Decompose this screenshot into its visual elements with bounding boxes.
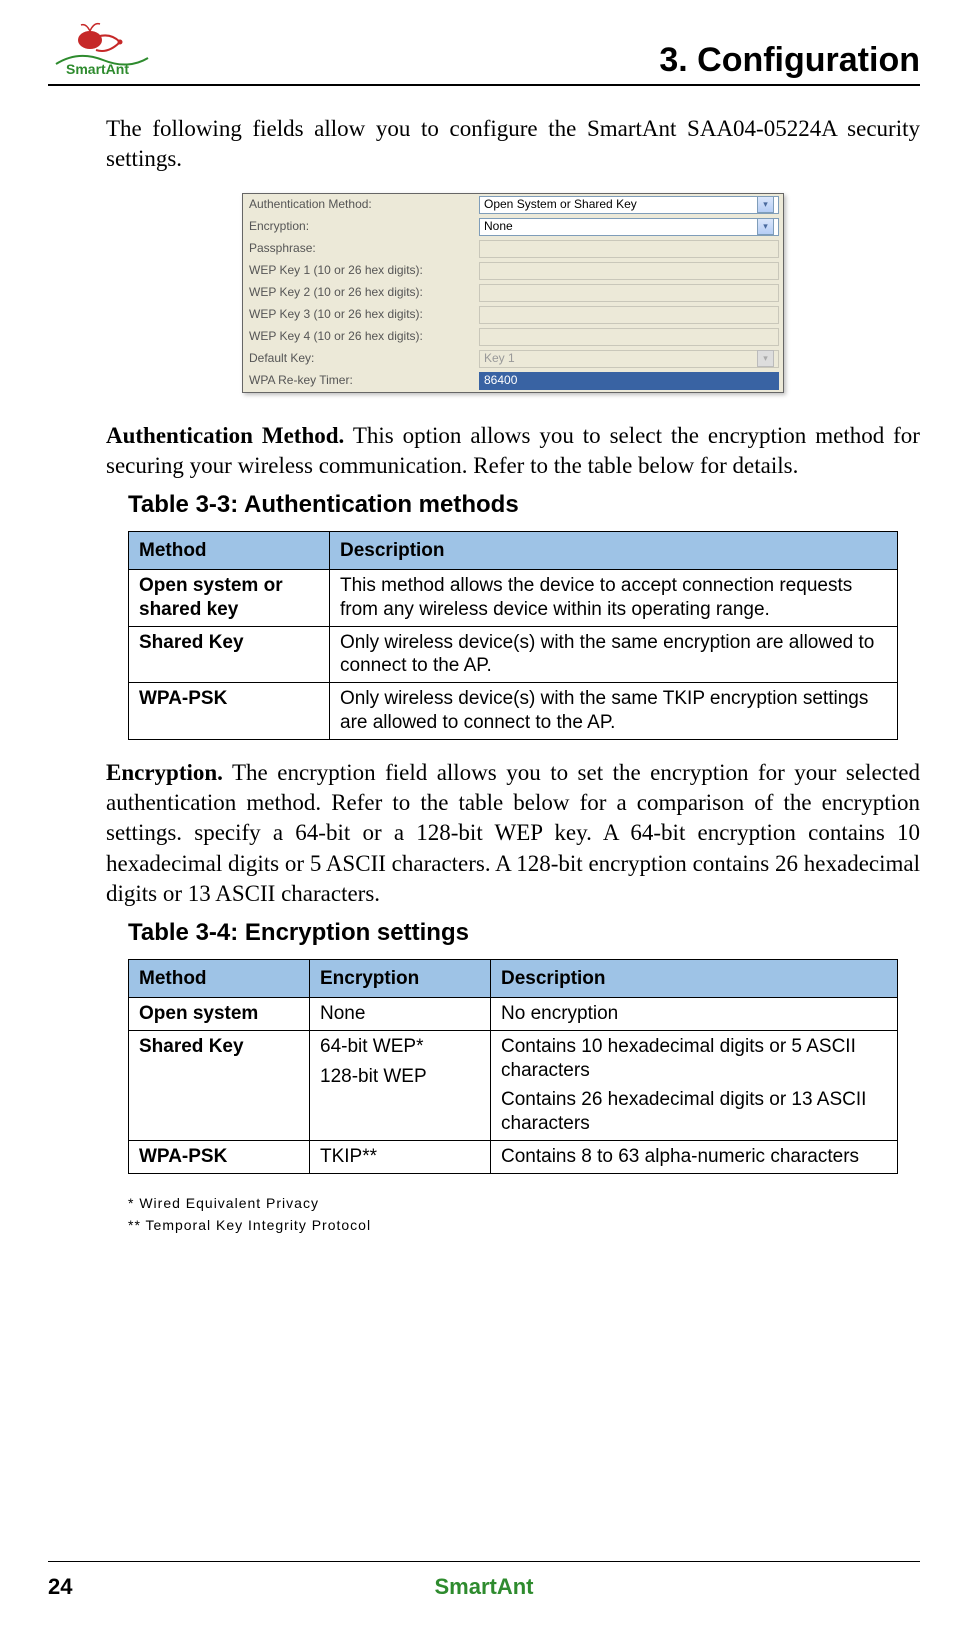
cell-line: Contains 8 to 63 alpha-numeric character…	[501, 1145, 887, 1169]
description-cell: No encryption	[491, 998, 898, 1031]
footer-brand: SmartAnt	[108, 1574, 860, 1600]
dropdown-field[interactable]: None ▾	[479, 218, 779, 236]
table-header: Method	[129, 532, 330, 570]
field-value: Key 1	[484, 351, 515, 367]
form-label: WPA Re-key Timer:	[243, 373, 479, 389]
cell-line: TKIP**	[320, 1145, 480, 1169]
method-cell: WPA-PSK	[129, 1140, 310, 1173]
method-cell: Open system or shared key	[129, 570, 330, 627]
form-row: WEP Key 2 (10 or 26 hex digits):	[243, 282, 783, 304]
chevron-down-icon: ▾	[757, 350, 774, 367]
form-row: Default Key: Key 1 ▾	[243, 348, 783, 370]
encryption-paragraph: Encryption. The encryption field allows …	[106, 758, 920, 910]
form-row: Passphrase:	[243, 238, 783, 260]
form-row: WEP Key 4 (10 or 26 hex digits):	[243, 326, 783, 348]
method-cell: Shared Key	[129, 1030, 310, 1140]
cell-line: None	[320, 1002, 480, 1026]
text-field	[479, 262, 779, 280]
content: The following fields allow you to config…	[48, 86, 920, 1237]
cell-line: 64-bit WEP*	[320, 1035, 480, 1059]
table-row: Shared Key 64-bit WEP* 128-bit WEP Contains…	[129, 1030, 898, 1140]
config-screenshot: Authentication Method:Open System or Sha…	[106, 193, 920, 393]
description-cell: Contains 10 hexadecimal digits or 5 ASCI…	[491, 1030, 898, 1140]
table-row: WPA-PSKOnly wireless device(s) with the …	[129, 683, 898, 740]
page: SmartAnt 3. Configuration The following …	[0, 0, 968, 1634]
table-row: Open system None No encryption	[129, 998, 898, 1031]
description-cell: Contains 8 to 63 alpha-numeric character…	[491, 1140, 898, 1173]
page-number: 24	[48, 1574, 108, 1600]
chevron-down-icon[interactable]: ▾	[757, 196, 774, 213]
form-label: Default Key:	[243, 351, 479, 367]
field-value: 86400	[484, 373, 517, 389]
form-label: Encryption:	[243, 219, 479, 235]
table-3-4-title: Table 3-4: Encryption settings	[128, 917, 920, 949]
form-row: WEP Key 3 (10 or 26 hex digits):	[243, 304, 783, 326]
encryption-cell: 64-bit WEP* 128-bit WEP	[310, 1030, 491, 1140]
encryption-cell: TKIP**	[310, 1140, 491, 1173]
table-header: Description	[330, 532, 898, 570]
encryption-heading: Encryption.	[106, 760, 223, 785]
table-header: Description	[491, 960, 898, 998]
description-cell: This method allows the device to accept …	[330, 570, 898, 627]
table-row: WPA-PSK TKIP** Contains 8 to 63 alpha-nume…	[129, 1140, 898, 1173]
logo-text: SmartAnt	[66, 61, 129, 77]
form-label: WEP Key 1 (10 or 26 hex digits):	[243, 263, 479, 279]
form-label: Passphrase:	[243, 241, 479, 257]
footnote: * Wired Equivalent Privacy	[128, 1192, 920, 1214]
description-cell: Only wireless device(s) with the same TK…	[330, 683, 898, 740]
form-label: Authentication Method:	[243, 197, 479, 213]
form-label: WEP Key 2 (10 or 26 hex digits):	[243, 285, 479, 301]
form-row: Authentication Method:Open System or Sha…	[243, 194, 783, 216]
cell-line: No encryption	[501, 1002, 887, 1026]
table-row: Open system or shared keyThis method all…	[129, 570, 898, 627]
form-label: WEP Key 4 (10 or 26 hex digits):	[243, 329, 479, 345]
method-cell: WPA-PSK	[129, 683, 330, 740]
text-field[interactable]: 86400	[479, 372, 779, 390]
dropdown-field: Key 1 ▾	[479, 350, 779, 368]
encryption-cell: None	[310, 998, 491, 1031]
intro-paragraph: The following fields allow you to config…	[106, 114, 920, 175]
text-field	[479, 284, 779, 302]
form-row: WEP Key 1 (10 or 26 hex digits):	[243, 260, 783, 282]
method-cell: Shared Key	[129, 626, 330, 683]
encryption-text: The encryption field allows you to set t…	[106, 760, 920, 906]
table-3-4: Method Encryption Description Open syste…	[128, 959, 898, 1174]
footnote: ** Temporal Key Integrity Protocol	[128, 1214, 920, 1236]
table-header: Method	[129, 960, 310, 998]
form-row: Encryption: None ▾	[243, 216, 783, 238]
form-label: WEP Key 3 (10 or 26 hex digits):	[243, 307, 479, 323]
page-header: SmartAnt 3. Configuration	[48, 20, 920, 86]
page-footer: 24 SmartAnt	[48, 1561, 920, 1600]
chapter-title: 3. Configuration	[659, 41, 920, 80]
text-field	[479, 328, 779, 346]
field-value: None	[484, 219, 513, 235]
cell-line: Contains 10 hexadecimal digits or 5 ASCI…	[501, 1035, 887, 1083]
field-value: Open System or Shared Key	[484, 197, 637, 213]
auth-paragraph: Authentication Method. This option allow…	[106, 421, 920, 482]
table-row: Shared KeyOnly wireless device(s) with t…	[129, 626, 898, 683]
text-field	[479, 306, 779, 324]
dropdown-field[interactable]: Open System or Shared Key ▾	[479, 196, 779, 214]
footnotes: * Wired Equivalent Privacy ** Temporal K…	[128, 1192, 920, 1237]
text-field	[479, 240, 779, 258]
description-cell: Only wireless device(s) with the same en…	[330, 626, 898, 683]
auth-heading: Authentication Method.	[106, 423, 344, 448]
form-row: WPA Re-key Timer: 86400	[243, 370, 783, 392]
table-3-3-title: Table 3-3: Authentication methods	[128, 489, 920, 521]
chevron-down-icon[interactable]: ▾	[757, 218, 774, 235]
table-header: Encryption	[310, 960, 491, 998]
cell-line: 128-bit WEP	[320, 1065, 480, 1089]
table-3-3: Method Description Open system or shared…	[128, 531, 898, 740]
method-cell: Open system	[129, 998, 310, 1031]
cell-line: Contains 26 hexadecimal digits or 13 ASC…	[501, 1088, 887, 1136]
brand-logo: SmartAnt	[48, 20, 158, 80]
